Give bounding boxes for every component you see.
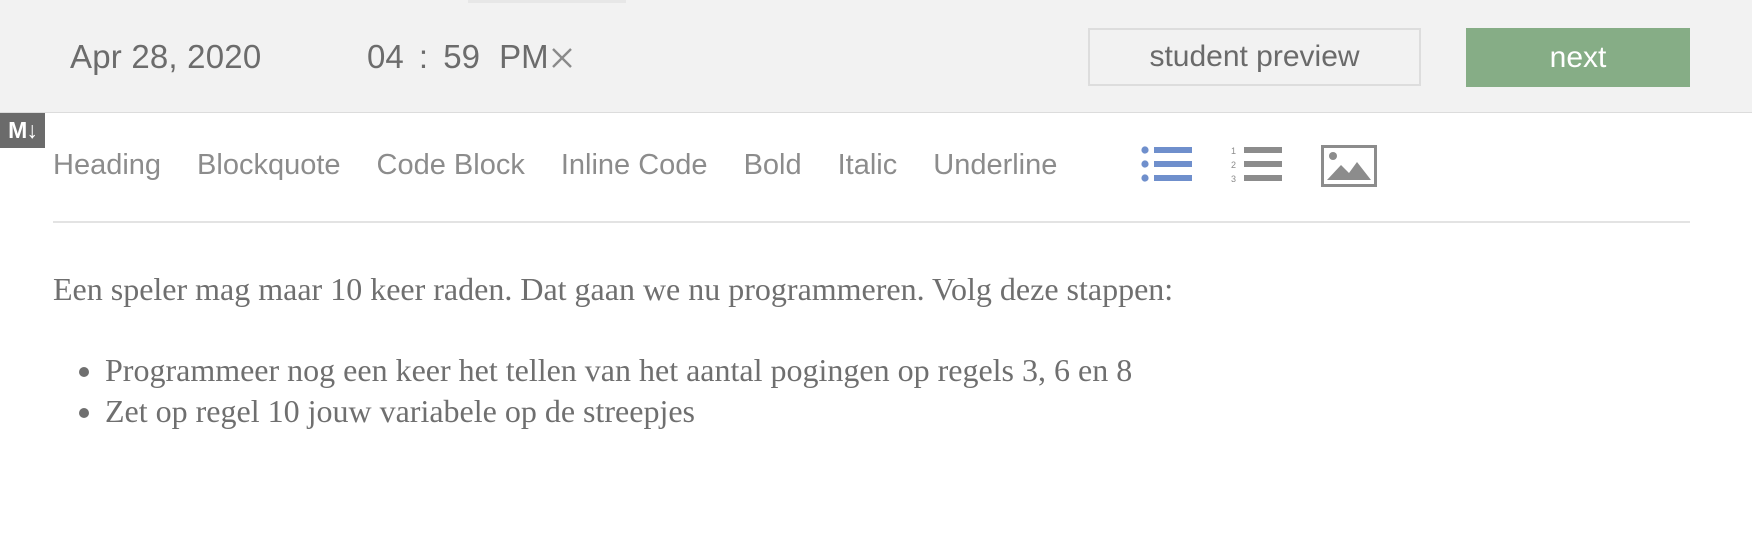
blockquote-button[interactable]: Blockquote bbox=[197, 149, 341, 182]
svg-text:2: 2 bbox=[1231, 160, 1236, 170]
bold-button[interactable]: Bold bbox=[744, 149, 802, 182]
bullet-list-button[interactable] bbox=[1140, 144, 1194, 188]
list-item: Programmeer nog een keer het tellen van … bbox=[105, 350, 1690, 391]
editor-content[interactable]: Een speler mag maar 10 keer raden. Dat g… bbox=[53, 268, 1690, 432]
image-icon bbox=[1321, 145, 1377, 187]
clear-time-button[interactable] bbox=[548, 44, 576, 72]
next-button[interactable]: next bbox=[1466, 28, 1690, 87]
inline-code-button[interactable]: Inline Code bbox=[561, 149, 708, 182]
underline-button[interactable]: Underline bbox=[933, 149, 1057, 182]
italic-button[interactable]: Italic bbox=[838, 149, 898, 182]
time-separator: : bbox=[418, 38, 429, 75]
content-paragraph: Een speler mag maar 10 keer raden. Dat g… bbox=[53, 271, 1174, 307]
content-bullet-list: Programmeer nog een keer het tellen van … bbox=[53, 350, 1690, 432]
tab-indicator bbox=[468, 0, 626, 3]
heading-button[interactable]: Heading bbox=[53, 149, 161, 182]
numbered-list-icon: 1 2 3 bbox=[1231, 146, 1282, 184]
time-minutes[interactable]: 59 bbox=[443, 38, 480, 76]
student-preview-button[interactable]: student preview bbox=[1088, 28, 1421, 86]
svg-text:3: 3 bbox=[1231, 174, 1236, 184]
time-field[interactable]: 04 : 59 PM bbox=[367, 38, 549, 76]
bullet-list-icon bbox=[1141, 146, 1192, 182]
editor-toolbar: Heading Blockquote Code Block Inline Cod… bbox=[53, 140, 1093, 190]
code-block-button[interactable]: Code Block bbox=[377, 149, 525, 182]
close-icon bbox=[552, 48, 572, 68]
time-meridiem[interactable]: PM bbox=[499, 38, 549, 76]
toolbar-divider bbox=[53, 221, 1690, 223]
image-button[interactable] bbox=[1321, 145, 1377, 187]
top-bar: Apr 28, 2020 04 : 59 PM student preview … bbox=[0, 0, 1752, 113]
time-hours[interactable]: 04 bbox=[367, 38, 404, 76]
list-item: Zet op regel 10 jouw variabele op de str… bbox=[105, 391, 1690, 432]
markdown-badge: M↓ bbox=[0, 113, 45, 148]
svg-text:1: 1 bbox=[1231, 146, 1236, 156]
date-field[interactable]: Apr 28, 2020 bbox=[70, 38, 261, 76]
numbered-list-button[interactable]: 1 2 3 bbox=[1230, 144, 1284, 188]
